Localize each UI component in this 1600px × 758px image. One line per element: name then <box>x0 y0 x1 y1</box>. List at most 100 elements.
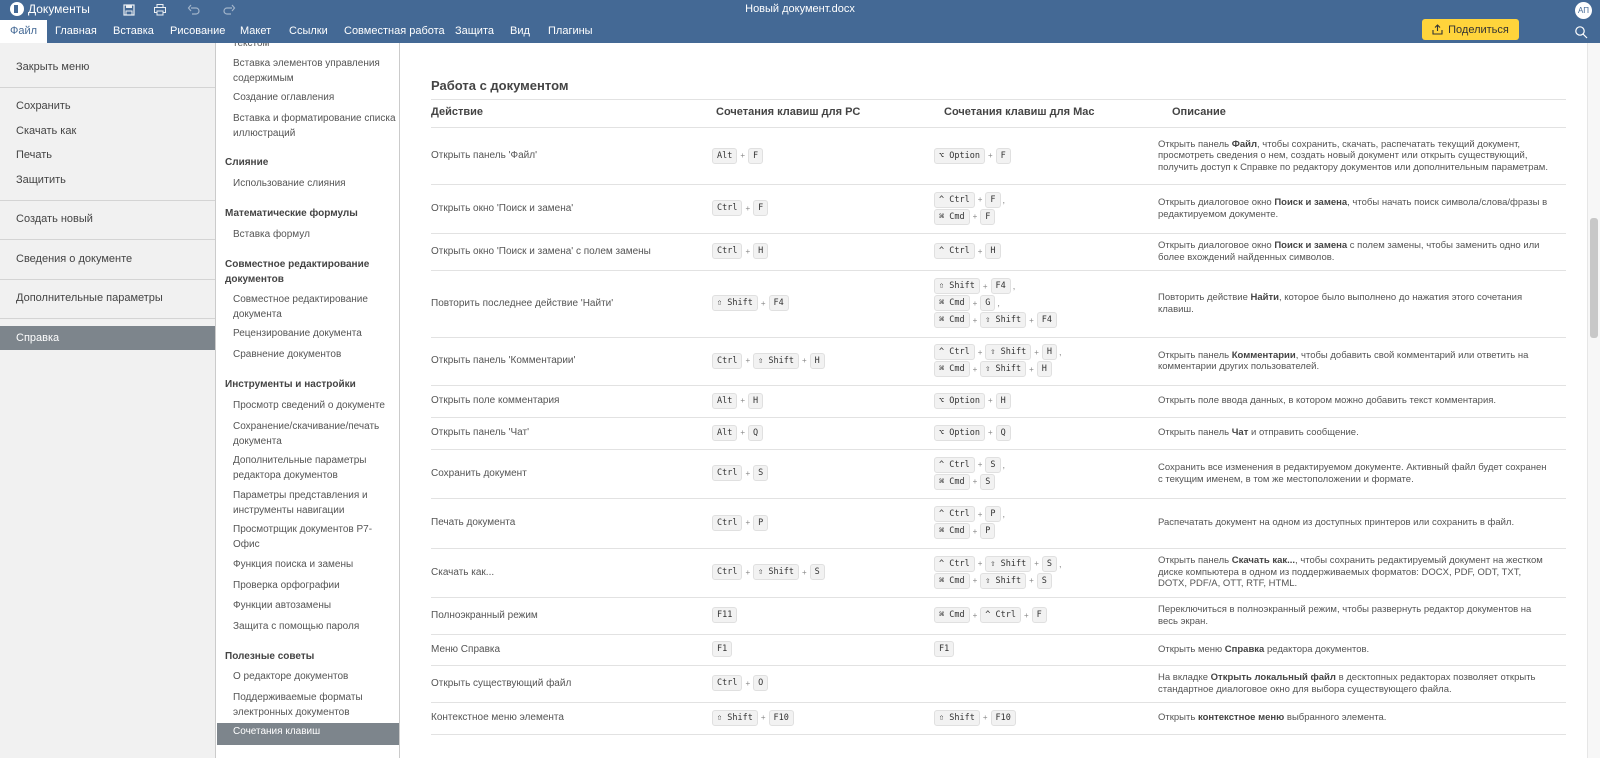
plus-sign: + <box>972 364 978 374</box>
help-nav-link[interactable]: Рецензирование документа <box>233 326 398 341</box>
header-bottom-border <box>431 127 1566 128</box>
key-cap: Ctrl <box>712 465 743 481</box>
shortcut-description: Переключиться в полноэкранный режим, что… <box>1158 604 1532 627</box>
key-cap: S <box>1041 555 1058 572</box>
key-cap: F1 <box>712 641 733 657</box>
plus-sign: + <box>1034 559 1039 568</box>
key-cap: Alt <box>712 424 738 441</box>
key-cap: S <box>985 456 1001 473</box>
key-cap: F4 <box>768 295 789 311</box>
protect-item[interactable]: Защитить <box>0 168 215 192</box>
download-as-item[interactable]: Скачать как <box>0 119 215 143</box>
mac-shortcut: ⌘ Cmd + ⇧ Shift + F4 <box>934 312 1058 328</box>
help-nav-link[interactable]: Создание оглавления <box>233 90 398 105</box>
shortcut-description: Открыть поле ввода данных, в котором мож… <box>1158 395 1497 406</box>
section-title: Работа с документом <box>431 78 569 93</box>
mac-shortcut: ⌘ Cmd + P <box>934 523 996 539</box>
help-nav-link[interactable]: Функция поиска и замены <box>233 557 398 572</box>
help-item[interactable]: Справка <box>0 326 215 350</box>
help-nav-link[interactable]: Вставка формул <box>233 227 398 242</box>
content-scrollbar[interactable] <box>1587 43 1600 758</box>
help-nav-active-item[interactable]: Сочетания клавиш <box>217 723 399 745</box>
mac-shortcut: ^ Ctrl + F, <box>934 191 1005 208</box>
shortcut-action: Меню Справка <box>431 643 501 655</box>
help-nav-link[interactable]: Совместное редактирование документа <box>233 292 398 322</box>
help-nav-heading: Слияние <box>225 157 269 168</box>
shortcut-description: Открыть панель Файл, чтобы сохранить, ск… <box>1158 138 1548 173</box>
key-cap: ⇧ Shift <box>934 709 980 726</box>
close-menu-item[interactable]: Закрыть меню <box>0 55 215 79</box>
help-navigation: текстом Вставка элементов управления сод… <box>217 43 400 758</box>
key-cap: F <box>995 147 1011 164</box>
save-item[interactable]: Сохранить <box>0 94 215 118</box>
help-nav-link[interactable]: Вставка и форматирование списка иллюстра… <box>233 111 398 141</box>
share-button[interactable]: Поделиться <box>1422 19 1519 40</box>
row-divider <box>431 597 1566 598</box>
help-nav-link[interactable]: Просмотрщик документов Р7-Офис <box>233 522 398 552</box>
scrollbar-thumb[interactable] <box>1590 218 1598 338</box>
tab-protection[interactable]: Защита <box>445 20 504 43</box>
mac-shortcut: ⌘ Cmd + ⇧ Shift + S <box>934 572 1052 589</box>
help-nav-link[interactable]: Параметры представления и инструменты на… <box>233 488 398 518</box>
plus-sign: + <box>760 298 766 308</box>
tab-references[interactable]: Ссылки <box>279 20 338 43</box>
help-nav-link[interactable]: Вставка элементов управления содержимым <box>233 56 398 86</box>
key-cap: ⌘ Cmd <box>934 312 970 328</box>
help-nav-link[interactable]: Использование слияния <box>233 176 398 191</box>
tab-file[interactable]: Файл <box>0 20 48 43</box>
plus-sign: + <box>1023 610 1029 620</box>
search-icon[interactable] <box>1574 25 1588 39</box>
column-header-action: Действие <box>431 106 483 118</box>
tab-home[interactable]: Главная <box>45 20 107 43</box>
mac-shortcut: ^ Ctrl + H <box>934 243 1001 259</box>
help-nav-link[interactable]: Сравнение документов <box>233 347 398 362</box>
plus-sign: + <box>987 396 993 405</box>
tab-plugins[interactable]: Плагины <box>538 20 603 43</box>
tab-draw[interactable]: Рисование <box>160 20 235 43</box>
share-icon <box>1432 24 1443 35</box>
shortcut-description: Открыть диалоговое окно Поиск и замена с… <box>1158 240 1540 263</box>
plus-sign: + <box>982 281 988 291</box>
pc-shortcut: Alt + Q <box>712 424 764 441</box>
plus-sign: + <box>801 356 807 365</box>
plus-sign: + <box>745 356 751 365</box>
bold-term: Найти <box>1250 292 1280 303</box>
tab-insert[interactable]: Вставка <box>103 20 164 43</box>
bold-term: Скачать как... <box>1231 555 1296 566</box>
key-cap: Q <box>995 424 1011 441</box>
title-bar: Документы Новый документ.docx АП <box>0 0 1600 20</box>
tab-collaboration[interactable]: Совместная работа <box>334 20 455 43</box>
key-cap: H <box>995 392 1011 409</box>
help-nav-link[interactable]: Функции автозамены <box>233 598 398 613</box>
help-nav-heading: Инструменты и настройки <box>225 379 356 390</box>
tab-layout[interactable]: Макет <box>230 20 281 43</box>
key-cap: Q <box>748 424 764 441</box>
row-divider <box>431 702 1566 703</box>
help-nav-link[interactable]: О редакторе документов <box>233 669 398 684</box>
plus-sign: + <box>977 460 983 469</box>
table-top-border <box>431 99 1566 100</box>
key-cap: ^ Ctrl <box>934 555 975 572</box>
pc-shortcut: Ctrl + O <box>712 675 769 691</box>
mac-shortcut: ⌘ Cmd + F <box>934 208 996 225</box>
help-nav-active-label: Сочетания клавиш <box>233 726 321 737</box>
pc-shortcut: F11 <box>712 607 738 623</box>
help-nav-link[interactable]: текстом <box>233 43 398 51</box>
key-cap: ⌥ Option <box>934 147 985 164</box>
user-avatar[interactable]: АП <box>1575 2 1592 19</box>
pc-shortcut: Ctrl + P <box>712 514 769 531</box>
plus-sign: + <box>972 298 978 308</box>
tab-view[interactable]: Вид <box>500 20 540 43</box>
help-nav-link[interactable]: Просмотр сведений о документе <box>233 398 398 413</box>
help-nav-link[interactable]: Поддерживаемые форматы электронных докум… <box>233 690 398 720</box>
create-new-item[interactable]: Создать новый <box>0 207 215 231</box>
help-nav-link[interactable]: Сохранение/скачивание/печать документа <box>233 419 398 449</box>
plus-sign: + <box>977 246 983 256</box>
help-nav-link[interactable]: Проверка орфографии <box>233 578 398 593</box>
print-item[interactable]: Печать <box>0 143 215 167</box>
document-info-item[interactable]: Сведения о документе <box>0 247 215 271</box>
help-nav-link[interactable]: Дополнительные параметры редактора докум… <box>233 453 398 483</box>
shortcut-action: Открыть поле комментария <box>431 395 560 406</box>
help-nav-link[interactable]: Защита с помощью пароля <box>233 619 398 634</box>
advanced-settings-item[interactable]: Дополнительные параметры <box>0 286 215 310</box>
